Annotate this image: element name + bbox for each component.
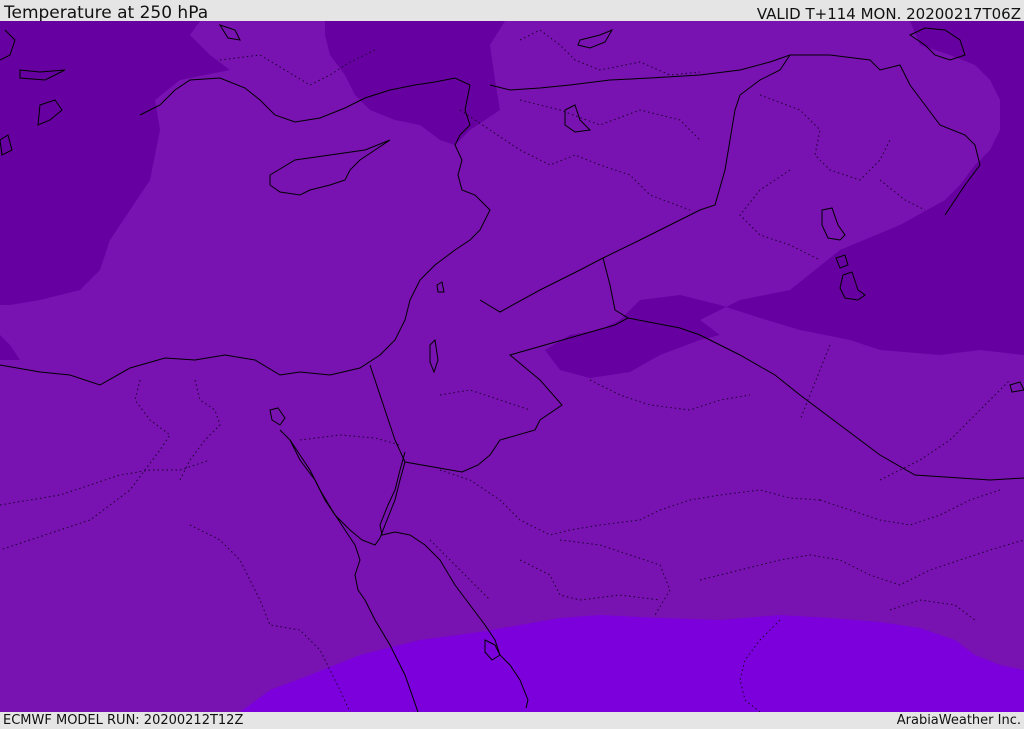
footer-bar: ECMWF MODEL RUN: 20200212T12Z ArabiaWeat… <box>0 712 1024 729</box>
model-run-label: ECMWF MODEL RUN: 20200212T12Z <box>3 713 244 728</box>
weather-map-page: Temperature at 250 hPa VALID T+114 MON. … <box>0 0 1024 729</box>
credit-label: ArabiaWeather Inc. <box>896 713 1021 728</box>
header-bar: Temperature at 250 hPa VALID T+114 MON. … <box>0 0 1024 23</box>
temperature-map[interactable] <box>0 21 1024 712</box>
map-svg <box>0 21 1024 712</box>
